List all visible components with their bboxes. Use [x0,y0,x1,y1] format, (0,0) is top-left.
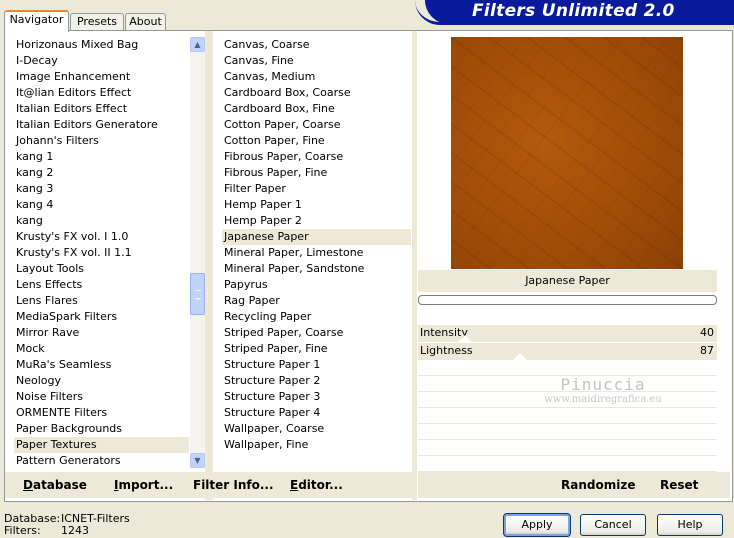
list-item[interactable]: Rag Paper [222,293,411,309]
list-item[interactable]: Paper Backgrounds [14,421,189,437]
filters-count: 1243 [61,524,89,537]
list-item[interactable]: Image Enhancement [14,69,189,85]
category-list[interactable]: Horizonaus Mixed Bag I-Decay Image Enhance… [14,37,189,469]
list-item[interactable]: Pattern Generators [14,453,189,469]
list-item[interactable]: Krusty's FX vol. I 1.0 [14,229,189,245]
list-item[interactable]: I-Decay [14,53,189,69]
list-item[interactable]: Neology [14,373,189,389]
list-item[interactable]: Fibrous Paper, Fine [222,165,411,181]
list-item[interactable]: It@lian Editors Effect [14,85,189,101]
list-item[interactable]: kang 1 [14,149,189,165]
tab-presets[interactable]: Presets [70,13,124,30]
tab-about[interactable]: About [125,13,166,30]
preview-filter-name: Japanese Paper [418,270,717,292]
tab-navigator[interactable]: Navigator [4,10,69,32]
list-item[interactable]: Krusty's FX vol. II 1.1 [14,245,189,261]
control-row[interactable] [418,457,717,472]
filters-label: Filters: [4,524,41,537]
control-row[interactable] [418,409,717,424]
list-item[interactable]: Japanese Paper [222,229,411,245]
list-item[interactable]: Paper Textures [14,437,189,453]
lightness-slider[interactable]: Lightness 87 [418,343,717,360]
list-item[interactable]: kang 2 [14,165,189,181]
editor-button[interactable]: Editor... [290,472,343,498]
watermark-url: www.maidiregrafica.eu [544,394,662,405]
list-item[interactable]: Striped Paper, Fine [222,341,411,357]
left-button-bar: Database Import... Filter Info... Editor… [5,472,412,498]
divider [205,31,213,500]
list-item[interactable]: Horizonaus Mixed Bag [14,37,189,53]
filters-info: Filters: 1243 [4,524,89,537]
reset-button[interactable]: Reset [660,472,698,498]
intensity-slider[interactable]: Intensity 40 [418,325,717,342]
list-item[interactable]: Canvas, Fine [222,53,411,69]
progress-bar [418,295,717,305]
import-button[interactable]: Import... [114,472,173,498]
list-item[interactable]: Cotton Paper, Fine [222,133,411,149]
list-item[interactable]: Striped Paper, Coarse [222,325,411,341]
list-item[interactable]: Layout Tools [14,261,189,277]
list-item[interactable]: Wallpaper, Fine [222,437,411,453]
list-item[interactable]: Recycling Paper [222,309,411,325]
scroll-thumb[interactable] [190,273,205,315]
list-item[interactable]: Fibrous Paper, Coarse [222,149,411,165]
list-item[interactable]: Johann's Filters [14,133,189,149]
list-item[interactable]: MuRa's Seamless [14,357,189,373]
list-item[interactable]: Mock [14,341,189,357]
list-item[interactable]: Cardboard Box, Coarse [222,85,411,101]
filters-unlimited-logo: Filters Unlimited 2.0 [415,0,734,25]
list-item[interactable]: Hemp Paper 1 [222,197,411,213]
divider [412,31,417,500]
lightness-label: Lightness [420,344,473,357]
list-item[interactable]: kang 4 [14,197,189,213]
control-row[interactable] [418,441,717,456]
slider-knob-icon[interactable] [513,353,527,360]
logo-text: Filters Unlimited 2.0 [472,1,675,21]
list-item[interactable]: MediaSpark Filters [14,309,189,325]
watermark-title: Pinuccia [560,375,646,394]
scroll-up-icon[interactable]: ▲ [190,37,205,52]
list-item[interactable]: Structure Paper 4 [222,405,411,421]
randomize-button[interactable]: Randomize [561,472,635,498]
filter-list[interactable]: Canvas, Coarse Canvas, Fine Canvas, Medium… [222,37,411,469]
list-item[interactable]: Mineral Paper, Sandstone [222,261,411,277]
control-row[interactable] [418,361,717,376]
category-scrollbar[interactable]: ▲ ▼ [190,37,205,468]
watermark: Pinuccia www.maidiregrafica.eu [538,375,668,405]
preview-image [451,37,683,269]
list-item[interactable]: Mirror Rave [14,325,189,341]
list-item[interactable]: kang [14,213,189,229]
list-item[interactable]: Lens Flares [14,293,189,309]
list-item[interactable]: Cotton Paper, Coarse [222,117,411,133]
lightness-value: 87 [700,344,714,357]
list-item[interactable]: Wallpaper, Coarse [222,421,411,437]
list-item[interactable]: Structure Paper 3 [222,389,411,405]
list-item[interactable]: Papyrus [222,277,411,293]
list-item[interactable]: Structure Paper 1 [222,357,411,373]
help-button[interactable]: Help [657,514,723,536]
apply-button[interactable]: Apply [503,513,571,537]
filter-info-button[interactable]: Filter Info... [193,472,274,498]
list-item[interactable]: Noise Filters [14,389,189,405]
cancel-button[interactable]: Cancel [580,514,646,536]
list-item[interactable]: Lens Effects [14,277,189,293]
list-item[interactable]: kang 3 [14,181,189,197]
intensity-value: 40 [700,326,714,339]
list-item[interactable]: ORMENTE Filters [14,405,189,421]
list-item[interactable]: Italian Editors Effect [14,101,189,117]
list-item[interactable]: Italian Editors Generatore [14,117,189,133]
slider-knob-icon[interactable] [458,335,472,342]
database-button[interactable]: Database [23,472,87,498]
scroll-down-icon[interactable]: ▼ [190,453,205,468]
list-item[interactable]: Structure Paper 2 [222,373,411,389]
right-button-bar: Randomize Reset [418,472,730,498]
control-row[interactable] [418,425,717,440]
list-item[interactable]: Hemp Paper 2 [222,213,411,229]
list-item[interactable]: Mineral Paper, Limestone [222,245,411,261]
list-item[interactable]: Filter Paper [222,181,411,197]
list-item[interactable]: Canvas, Coarse [222,37,411,53]
list-item[interactable]: Canvas, Medium [222,69,411,85]
list-item[interactable]: Cardboard Box, Fine [222,101,411,117]
